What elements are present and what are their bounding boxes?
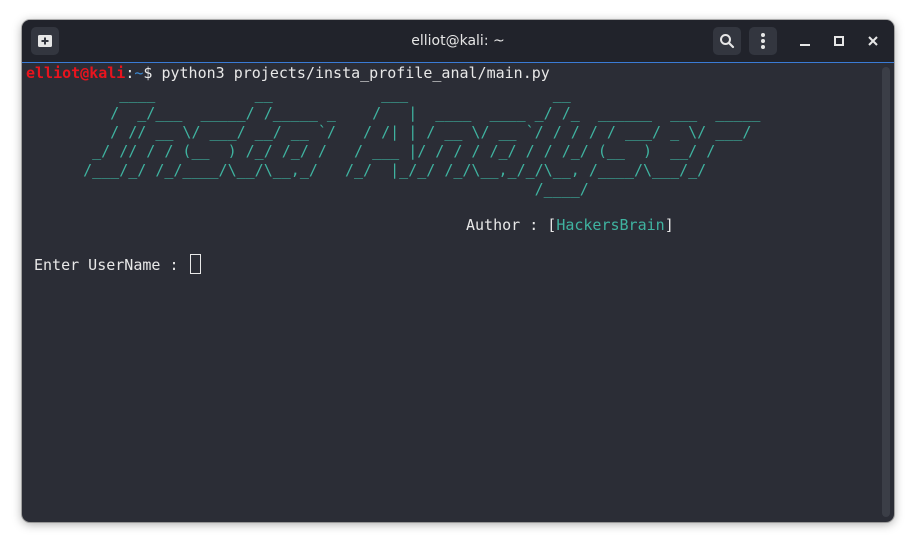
text-cursor[interactable] xyxy=(189,254,201,274)
author-label: Author : [ xyxy=(466,216,557,234)
prompt-line: elliot@kali:~$ python3 projects/insta_pr… xyxy=(26,64,550,82)
terminal-output[interactable]: elliot@kali:~$ python3 projects/insta_pr… xyxy=(22,63,880,522)
title-bar: elliot@kali: ~ xyxy=(22,20,894,63)
minimize-icon xyxy=(800,44,810,46)
terminal-scrollbar[interactable] xyxy=(882,67,890,517)
username-input-line[interactable]: Enter UserName : xyxy=(34,254,201,274)
search-icon xyxy=(720,34,735,49)
maximize-button[interactable] xyxy=(825,27,853,55)
menu-button[interactable] xyxy=(749,27,777,55)
close-button[interactable] xyxy=(859,27,887,55)
minimize-button[interactable] xyxy=(791,27,819,55)
search-button[interactable] xyxy=(713,27,741,55)
author-name: HackersBrain xyxy=(556,216,665,234)
author-line: Author : [HackersBrain] xyxy=(466,216,674,234)
kebab-menu-icon xyxy=(761,33,765,49)
close-icon xyxy=(868,36,878,46)
terminal-window: elliot@kali: ~ elliot@kali:~$ python3 pr… xyxy=(22,20,894,522)
prompt-user: elliot@kali xyxy=(26,64,126,82)
command-text: python3 projects/insta_profile_anal/main… xyxy=(161,64,550,82)
maximize-icon xyxy=(834,36,844,46)
prompt-symbol: $ xyxy=(143,64,162,82)
banner-ascii-art: ____ __ ___ __ / _/___ _____/ /_____ _ /… xyxy=(83,85,761,198)
username-prompt: Enter UserName : xyxy=(34,256,188,274)
author-close-bracket: ] xyxy=(664,216,674,234)
